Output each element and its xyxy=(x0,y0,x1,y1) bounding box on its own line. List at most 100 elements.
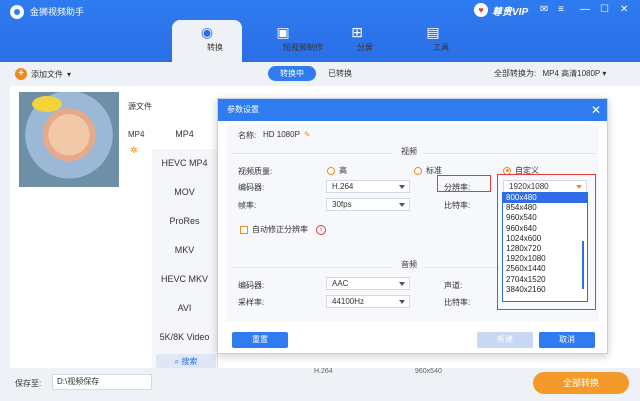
highlight-box xyxy=(437,175,491,192)
format-item[interactable]: MKV xyxy=(152,236,217,265)
dialog-header: 参数设置 ✕ xyxy=(218,99,607,121)
section-divider xyxy=(424,267,500,268)
section-divider xyxy=(424,153,596,154)
save-path-input[interactable]: D:\视频保存 xyxy=(52,374,152,390)
format-item[interactable]: HEVC MP4 xyxy=(152,149,217,178)
audio-bitrate-label: 比特率: xyxy=(444,298,471,307)
tab-tools[interactable]: ▤ 工具 xyxy=(398,20,468,62)
resolution-option[interactable]: 854x480 xyxy=(503,203,587,213)
checkbox-icon xyxy=(240,225,248,234)
resolution-option[interactable]: 1280x720 xyxy=(503,244,587,254)
app-title: 金狮视频助手 xyxy=(30,7,85,17)
menu-icon[interactable]: ≡ xyxy=(558,3,564,17)
audio-encoder-label: 编码器: xyxy=(238,281,265,290)
tab-convert-label: 转换 xyxy=(207,43,223,52)
tab-tools-label: 工具 xyxy=(433,43,449,52)
source-file-label: 源文件 xyxy=(128,102,152,111)
tab-short-video[interactable]: ▣ 短视频制作 xyxy=(248,20,323,62)
resolution-option[interactable]: 1024x600 xyxy=(503,234,587,244)
format-item[interactable]: AVI xyxy=(152,294,217,323)
edit-icon[interactable]: ✎ xyxy=(304,130,311,139)
framerate-select[interactable]: 30fps xyxy=(326,198,410,211)
chevron-down-icon xyxy=(399,300,405,304)
bitrate-label: 比特率: xyxy=(444,201,471,210)
bottom-bar: 保存至: D:\视频保存 H.264 960x540 全部转换 xyxy=(0,368,640,401)
reset-button[interactable]: 重置 xyxy=(232,332,288,348)
chevron-down-icon: ▾ xyxy=(602,69,607,78)
resolution-option[interactable]: 2560x1440 xyxy=(503,264,587,274)
tv-icon: ▣ xyxy=(276,24,290,40)
vip-label: 尊贵VIP xyxy=(492,6,529,18)
format-item[interactable]: HEVC MKV xyxy=(152,265,217,294)
encoder-select[interactable]: H.264 xyxy=(326,180,410,193)
add-file-label: 添加文件 xyxy=(31,69,63,79)
convert-all-selector[interactable]: 全部转换为: MP4 高清1080P ▾ xyxy=(494,68,606,79)
maximize-icon[interactable]: ☐ xyxy=(600,3,609,17)
quality-label: 视频质量: xyxy=(238,167,273,176)
bell-icon[interactable]: ✉ xyxy=(540,3,548,17)
auto-fix-label: 自动修正分辨率 xyxy=(252,225,308,234)
resolution-dropdown: 800x480 854x480 960x540 960x640 1024x600… xyxy=(502,192,588,302)
tab-convert[interactable]: ◉ 转换 xyxy=(172,20,242,62)
format-item[interactable]: 5K/8K Video xyxy=(152,323,217,352)
peek-codec: H.264 xyxy=(314,368,333,375)
name-value: HD 1080P ✎ xyxy=(263,130,311,139)
name-value-text: HD 1080P xyxy=(263,130,300,139)
audio-section-title: 音频 xyxy=(401,260,417,269)
resolution-option[interactable]: 960x640 xyxy=(503,224,587,234)
new-button[interactable]: 新建 xyxy=(477,332,533,348)
resolution-option[interactable]: 3840x2160 xyxy=(503,285,587,295)
format-item[interactable]: MP4 xyxy=(152,120,217,149)
dialog-title: 参数设置 xyxy=(227,105,259,114)
quality-high-label: 高 xyxy=(339,166,347,175)
settings-icon[interactable]: ✲ xyxy=(130,145,138,156)
split-screen-icon: ⊞ xyxy=(351,24,363,40)
resolution-option[interactable]: 960x540 xyxy=(503,213,587,223)
convert-all-button[interactable]: 全部转换 xyxy=(533,372,629,394)
channel-label: 声道: xyxy=(444,281,463,290)
tab-converted[interactable]: 已转换 xyxy=(316,66,364,81)
chevron-down-icon xyxy=(399,282,405,286)
format-search-label: 搜索 xyxy=(181,357,198,366)
minimize-icon[interactable]: — xyxy=(580,3,590,17)
name-label: 名称: xyxy=(238,131,257,140)
audio-encoder-value: AAC xyxy=(332,279,349,288)
section-divider xyxy=(232,267,392,268)
section-divider xyxy=(232,153,392,154)
dropdown-scrollbar[interactable] xyxy=(582,241,584,289)
tab-split-screen[interactable]: ⊞ 分屏 xyxy=(322,20,392,62)
convert-all-label: 全部转换为: xyxy=(494,69,537,78)
add-file-button[interactable]: + 添加文件 ▾ xyxy=(15,68,71,80)
audio-encoder-select[interactable]: AAC xyxy=(326,277,410,290)
toolbox-icon: ▤ xyxy=(426,24,440,40)
save-to-label: 保存至: xyxy=(15,379,42,388)
framerate-label: 帧率: xyxy=(238,201,257,210)
chevron-down-icon: ▾ xyxy=(67,69,72,79)
samplerate-label: 采样率: xyxy=(238,298,265,307)
file-format-label: MP4 xyxy=(128,130,145,139)
plus-icon: + xyxy=(15,68,27,80)
quality-high-radio[interactable]: 高 xyxy=(327,165,347,176)
samplerate-select[interactable]: 44100Hz xyxy=(326,295,410,308)
close-icon[interactable]: ✕ xyxy=(591,99,601,121)
video-section-title: 视频 xyxy=(401,147,417,156)
tab-converting[interactable]: 转换中 xyxy=(268,66,316,81)
chevron-down-icon xyxy=(399,185,405,189)
format-item[interactable]: ProRes xyxy=(152,207,217,236)
samplerate-value: 44100Hz xyxy=(332,297,365,306)
vip-badge[interactable]: ♥ 尊贵VIP xyxy=(474,2,528,18)
search-icon: ⌕ xyxy=(174,357,180,366)
auto-fix-resolution-checkbox[interactable]: 自动修正分辨率 i xyxy=(240,224,326,235)
resolution-option[interactable]: 2704x1520 xyxy=(503,275,587,285)
radio-icon xyxy=(327,166,335,175)
resolution-option[interactable]: 1920x1080 xyxy=(503,254,587,264)
info-icon[interactable]: i xyxy=(316,224,326,235)
convert-icon: ◉ xyxy=(200,24,214,40)
resolution-option[interactable]: 800x480 xyxy=(503,193,587,204)
vip-icon: ♥ xyxy=(474,3,488,17)
tab-short-video-label: 短视频制作 xyxy=(283,43,323,52)
close-window-icon[interactable]: ✕ xyxy=(620,3,628,17)
format-item[interactable]: MOV xyxy=(152,178,217,207)
cancel-button[interactable]: 取消 xyxy=(539,332,595,348)
radio-icon xyxy=(414,166,422,175)
